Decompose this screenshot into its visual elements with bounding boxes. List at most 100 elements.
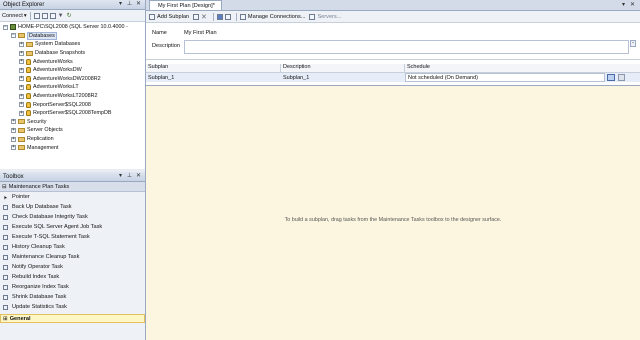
tree-node[interactable]: + ReportServer$SQL2008TempDB	[0, 109, 145, 118]
grid-icon[interactable]	[216, 13, 223, 20]
toolbox-item[interactable]: Notify Operator Task	[0, 262, 145, 272]
connect-button[interactable]: Connect ▾	[2, 13, 27, 19]
tree-node-label: ReportServer$SQL2008	[33, 101, 91, 108]
dropdown-icon[interactable]: ▾	[117, 1, 124, 8]
toolbox-item[interactable]: Shrink Database Task	[0, 292, 145, 302]
collapse-icon[interactable]: −	[3, 24, 8, 30]
expand-icon[interactable]: +	[11, 136, 16, 142]
expand-icon[interactable]: +	[19, 59, 24, 65]
schedule-calendar-icon[interactable]	[607, 74, 615, 81]
expand-icon[interactable]: +	[19, 102, 24, 108]
manage-connections-button[interactable]: Manage Connections...	[239, 13, 305, 20]
reporting-icon[interactable]	[309, 13, 316, 20]
object-explorer-toolbar: Connect ▾ ▼ ↻	[0, 10, 145, 22]
tree-node[interactable]: + AdventureWorksLT2008R2	[0, 92, 145, 101]
toolbox-item-label: Execute SQL Server Agent Job Task	[12, 224, 103, 230]
close-icon[interactable]: ✕	[629, 2, 636, 9]
toolbox-item[interactable]: Back Up Database Task	[0, 202, 145, 212]
tree-node[interactable]: − HOME-PC\SQL2008 (SQL Server 10.0.4000 -	[0, 23, 145, 32]
description-expand-button[interactable]: ⌃	[630, 40, 636, 47]
folder-icon	[18, 145, 25, 151]
toolbox-item[interactable]: History Cleanup Task	[0, 242, 145, 252]
subplan-cell[interactable]: Subplan_1	[146, 75, 281, 81]
add-subplan-button[interactable]: Add Subplan	[149, 13, 189, 20]
tree-node-label: ReportServer$SQL2008TempDB	[33, 110, 112, 117]
remove-schedule-icon[interactable]	[618, 74, 625, 81]
expand-icon[interactable]: +	[19, 67, 24, 73]
tree-node[interactable]: + Server Objects	[0, 126, 145, 135]
tab-my-first-plan[interactable]: My First Plan [Design]*	[149, 0, 222, 10]
document-tab-strip: My First Plan [Design]* ▾ ✕	[146, 0, 640, 11]
refresh-icon[interactable]: ↻	[67, 12, 72, 19]
toolbox-item[interactable]: Execute SQL Server Agent Job Task	[0, 222, 145, 232]
tree-node[interactable]: + AdventureWorks	[0, 57, 145, 66]
expand-icon[interactable]: +	[19, 84, 24, 90]
collapse-icon[interactable]: −	[11, 33, 16, 39]
toolbox-item[interactable]: Check Database Integrity Task	[0, 212, 145, 222]
close-icon[interactable]: ✕	[135, 173, 142, 180]
tree-node[interactable]: + System Databases	[0, 40, 145, 49]
servers-button[interactable]: Servers...	[317, 14, 341, 20]
designer-area: My First Plan [Design]* ▾ ✕ Add Subplan …	[146, 0, 640, 340]
toolbox-item[interactable]: Rebuild Index Task	[0, 272, 145, 282]
delete-icon[interactable]: ✕	[201, 13, 207, 21]
expand-icon[interactable]: +	[11, 145, 16, 151]
toolbox-general-section[interactable]: ⊞ General	[0, 314, 145, 323]
tree-node[interactable]: + Management	[0, 143, 145, 152]
folder-icon	[18, 136, 25, 142]
expand-icon[interactable]: +	[19, 93, 24, 99]
tree-node[interactable]: + Security	[0, 118, 145, 127]
expand-icon[interactable]: +	[11, 119, 16, 125]
toolbox-items: ➤ Pointer Back Up Database Task Check Datab…	[0, 192, 145, 312]
tree-node-label: AdventureWorks	[33, 58, 73, 65]
tree-node[interactable]: + AdventureWorksDW	[0, 66, 145, 75]
description-field[interactable]	[184, 40, 629, 54]
tree-node[interactable]: + AdventureWorksLT	[0, 83, 145, 92]
tab-list-icon[interactable]: ▾	[620, 2, 627, 9]
tree-node[interactable]: + AdventureWorksDW2008R2	[0, 75, 145, 84]
toolbox-item[interactable]: ➤ Pointer	[0, 192, 145, 202]
toolbox-item-label: Back Up Database Task	[12, 204, 72, 210]
expand-icon[interactable]: +	[19, 110, 24, 116]
dropdown-icon[interactable]: ▾	[117, 173, 124, 180]
description-cell[interactable]: Subplan_1	[281, 75, 405, 81]
toolbox-panel: Toolbox ▾ ⊥ ✕ ⊟ Maintenance Plan Tasks ➤…	[0, 172, 146, 340]
task-icon	[3, 204, 8, 210]
stop-icon[interactable]	[49, 12, 56, 19]
column-header-schedule[interactable]: Schedule	[405, 64, 631, 72]
pin-icon[interactable]: ⊥	[126, 1, 133, 8]
column-header-description[interactable]: Description	[281, 64, 405, 72]
connect-icon[interactable]	[33, 12, 40, 19]
list-icon[interactable]	[224, 13, 231, 20]
pin-icon[interactable]: ⊥	[126, 173, 133, 180]
tree-node[interactable]: + Database Snapshots	[0, 49, 145, 58]
designer-surface[interactable]: To build a subplan, drag tasks from the …	[146, 84, 640, 340]
toolbox-item[interactable]: Update Statistics Task	[0, 302, 145, 312]
expand-icon[interactable]: +	[19, 41, 24, 47]
toolbox-item-label: History Cleanup Task	[12, 244, 65, 250]
toolbox-item[interactable]: Maintenance Cleanup Task	[0, 252, 145, 262]
toolbox-item-label: Pointer	[12, 194, 30, 200]
tree-node[interactable]: + Replication	[0, 135, 145, 144]
tree-node-label: AdventureWorksDW2008R2	[33, 75, 101, 82]
table-row[interactable]: Subplan_1 Subplan_1 Not scheduled (On De…	[146, 73, 640, 82]
schedule-cell[interactable]: Not scheduled (On Demand)	[405, 73, 605, 82]
toolbox-title-bar: Toolbox ▾ ⊥ ✕	[0, 172, 145, 182]
database-icon	[26, 110, 31, 117]
filter-icon[interactable]: ▼	[58, 13, 64, 19]
tree-node[interactable]: + ReportServer$SQL2008	[0, 100, 145, 109]
properties-icon[interactable]	[193, 13, 200, 20]
disconnect-icon[interactable]	[41, 12, 48, 19]
close-icon[interactable]: ✕	[135, 1, 142, 8]
expand-icon[interactable]: +	[19, 50, 24, 56]
tree-node[interactable]: − Databases	[0, 31, 145, 41]
toolbox-section-header[interactable]: ⊟ Maintenance Plan Tasks	[0, 182, 145, 192]
chevron-down-icon: ▾	[23, 12, 27, 19]
name-field[interactable]: My First Plan	[184, 30, 217, 36]
expand-icon[interactable]: +	[11, 127, 16, 133]
toolbox-item[interactable]: Reorganize Index Task	[0, 282, 145, 292]
expand-icon[interactable]: +	[19, 76, 24, 82]
column-header-subplan[interactable]: Subplan	[146, 64, 281, 72]
toolbox-item[interactable]: Execute T-SQL Statement Task	[0, 232, 145, 242]
tree-node-label: Replication	[27, 136, 54, 143]
